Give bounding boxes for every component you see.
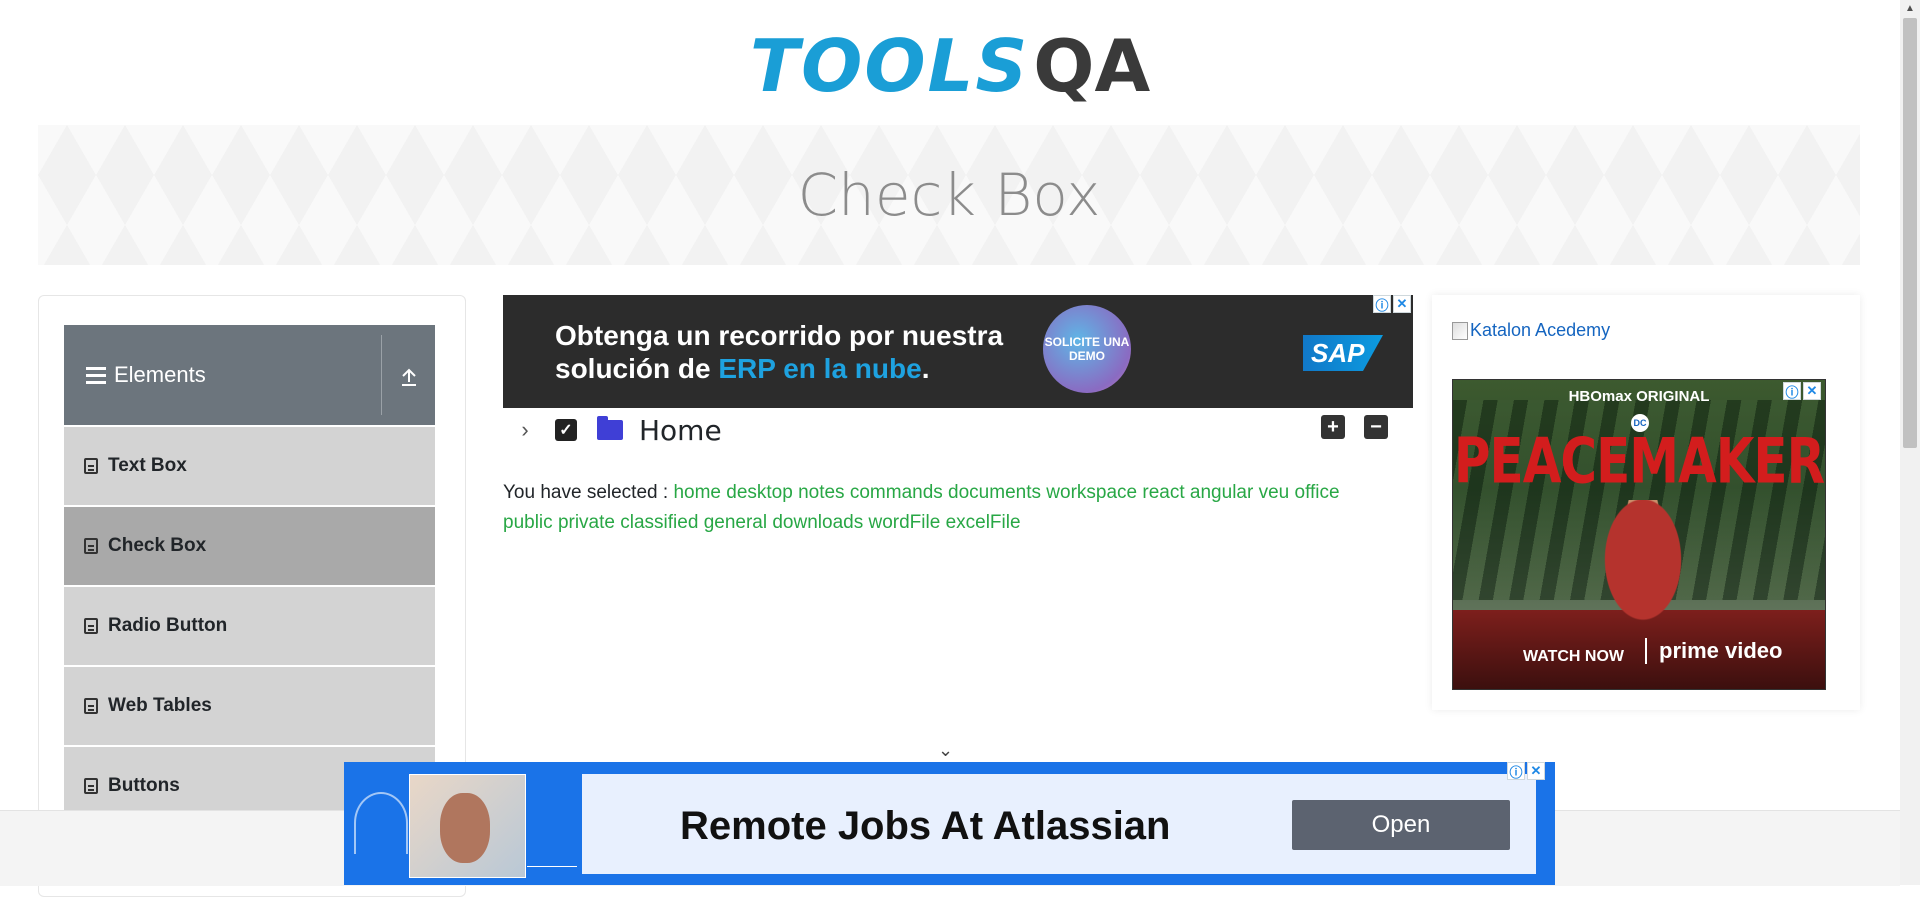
selected-item: angular — [1189, 482, 1254, 503]
selected-item: excelFile — [945, 512, 1021, 533]
home-checkbox[interactable]: ✓ — [555, 419, 577, 441]
ad-line-2-pre: solución de — [555, 353, 719, 384]
html5-icon — [84, 538, 98, 554]
ad-controls: ⓘ ✕ — [1507, 762, 1545, 780]
selected-item: downloads — [772, 512, 864, 533]
scroll-up-arrow-icon[interactable]: ▲ — [1904, 3, 1916, 15]
selection-result: You have selected : home desktop notes c… — [503, 478, 1393, 538]
selected-item: general — [703, 512, 768, 533]
ad-info-icon[interactable]: ⓘ — [1783, 382, 1801, 400]
collapse-arrow-icon[interactable] — [394, 365, 424, 389]
ad-line-1: Obtenga un recorrido por nuestra — [555, 320, 1004, 351]
atlassian-ad[interactable]: Remote Jobs At Atlassian Open ⓘ ✕ — [344, 762, 1555, 885]
title-banner: Check Box — [38, 125, 1860, 265]
selected-item: notes — [798, 482, 845, 503]
watch-now-label: WATCH NOW — [1523, 648, 1625, 665]
collapse-all-button[interactable]: − — [1364, 415, 1388, 439]
ad-photo-face — [440, 793, 490, 863]
selected-item: workspace — [1046, 482, 1138, 503]
sidebar-item-label: Web Tables — [108, 695, 212, 716]
ad-line-2-post: . — [921, 353, 930, 384]
sap-ad-banner[interactable]: Obtenga un recorrido por nuestra solució… — [503, 295, 1413, 408]
sidebar-item-check-box[interactable]: Check Box — [64, 505, 435, 585]
ad-close-icon[interactable]: ✕ — [1803, 382, 1821, 400]
katalon-alt-text: Katalon Acedemy — [1470, 320, 1611, 340]
selected-item: wordFile — [868, 512, 941, 533]
sap-logo: SAP — [1303, 335, 1383, 371]
selected-item: home — [673, 482, 721, 503]
checkbox-tree: › ✓ Home + − — [503, 412, 1393, 448]
sidebar-item-label: Check Box — [108, 535, 207, 556]
ad-text: Obtenga un recorrido por nuestra solució… — [555, 319, 1003, 385]
prime-video-logo: prime video — [1645, 638, 1782, 664]
ad-line-2: solución de ERP en la nube. — [555, 352, 1003, 385]
ad-close-icon[interactable]: ✕ — [1527, 762, 1545, 780]
scroll-down-chevron-icon[interactable]: ⌄ — [938, 740, 953, 761]
sidebar-item-label: Radio Button — [108, 615, 228, 636]
ad-signature — [527, 852, 577, 867]
html5-icon — [84, 698, 98, 714]
divider — [381, 335, 382, 415]
expand-all-button[interactable]: + — [1321, 415, 1345, 439]
html5-icon — [84, 458, 98, 474]
sidebar-item-radio-button[interactable]: Radio Button — [64, 585, 435, 665]
open-button[interactable]: Open — [1292, 800, 1510, 850]
selected-item: documents — [948, 482, 1041, 503]
folder-icon — [597, 416, 623, 440]
selected-item: private — [557, 512, 615, 533]
sidebar-item-web-tables[interactable]: Web Tables — [64, 665, 435, 745]
selected-item: react — [1142, 482, 1185, 503]
sidebar-item-text-box[interactable]: Text Box — [64, 425, 435, 505]
group-header-elements[interactable]: Elements — [64, 325, 435, 425]
ad-controls: ⓘ ✕ — [1783, 382, 1821, 400]
ad-panel: Remote Jobs At Atlassian Open — [582, 774, 1536, 874]
logo-text-qa: QA — [1033, 24, 1151, 108]
html5-icon — [84, 618, 98, 634]
selected-item: desktop — [726, 482, 793, 503]
sidebar-item-label: Buttons — [108, 775, 180, 796]
katalon-academy-link[interactable]: Katalon Acedemy — [1452, 320, 1610, 341]
ad-graphic — [354, 792, 408, 854]
peacemaker-ad[interactable]: HBOmax ORIGINAL DC PEACEMAKER WATCH NOW … — [1452, 379, 1826, 690]
ad-photo — [409, 774, 526, 878]
selected-item: classified — [620, 512, 699, 533]
tree-node-label[interactable]: Home — [639, 414, 722, 447]
page-title: Check Box — [797, 161, 1101, 229]
toolsqa-logo[interactable]: TOOLS QA — [750, 18, 1150, 114]
chevron-right-icon[interactable]: › — [515, 417, 535, 442]
selected-item: public — [503, 512, 553, 533]
selected-item: office — [1294, 482, 1340, 503]
result-label: You have selected : — [503, 482, 669, 503]
peacemaker-title: PEACEMAKER — [1453, 424, 1825, 498]
sidebar-item-label: Text Box — [108, 455, 187, 476]
selected-item: commands — [849, 482, 943, 503]
ad-close-icon[interactable]: ✕ — [1393, 295, 1411, 313]
ad-info-icon[interactable]: ⓘ — [1373, 295, 1391, 313]
ad-controls: ⓘ ✕ — [1373, 295, 1411, 313]
html5-icon — [84, 778, 98, 794]
ad-line-2-highlight: ERP en la nube — [718, 353, 922, 384]
logo-text-tools: TOOLS — [750, 24, 1030, 108]
hamburger-icon — [86, 366, 106, 384]
group-title: Elements — [114, 362, 206, 387]
scrollbar-thumb[interactable] — [1903, 18, 1917, 448]
ad-info-icon[interactable]: ⓘ — [1507, 762, 1525, 780]
ad-demo-button[interactable]: SOLICITE UNA DEMO — [1043, 305, 1131, 393]
hbo-max-label: HBOmax ORIGINAL — [1568, 388, 1710, 405]
broken-image-icon — [1452, 321, 1468, 340]
selected-item: veu — [1258, 482, 1290, 503]
ad-headline: Remote Jobs At Atlassian — [680, 804, 1171, 848]
